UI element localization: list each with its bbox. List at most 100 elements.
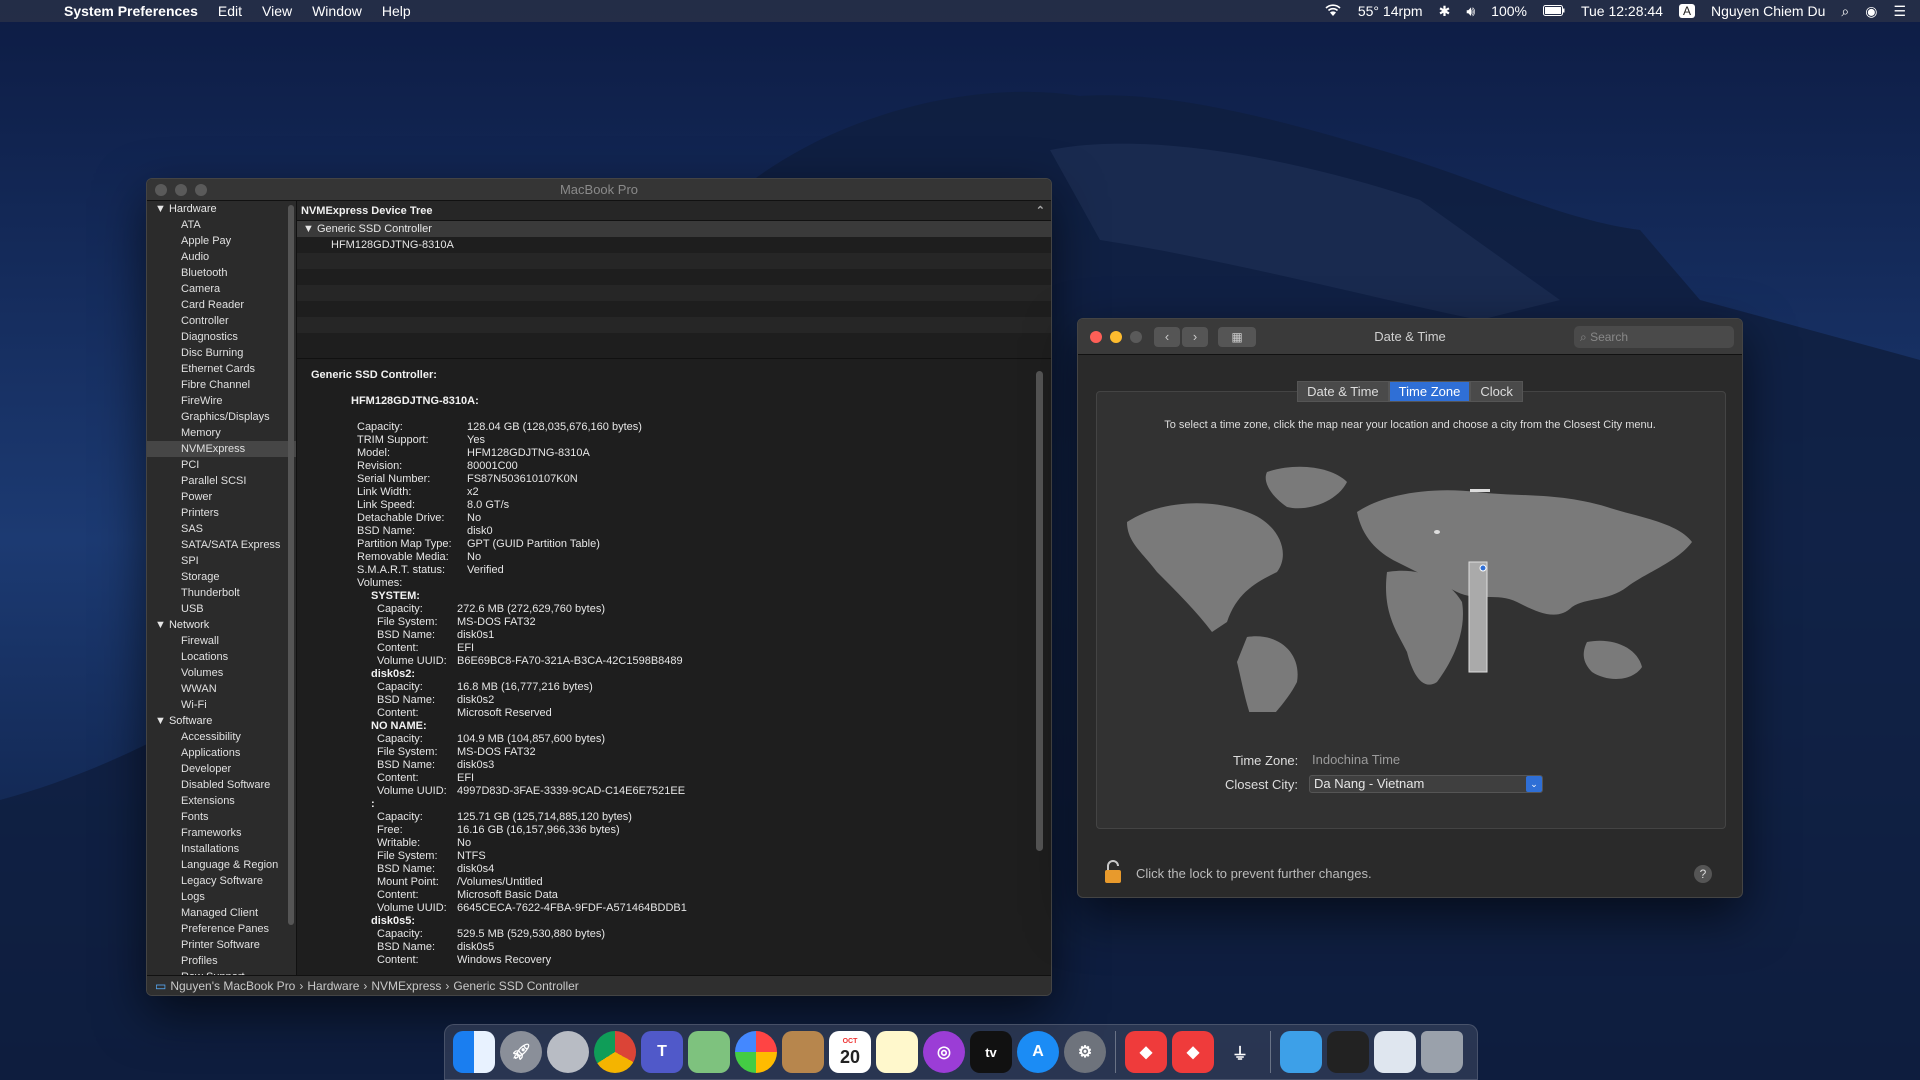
sidebar-item[interactable]: Diagnostics	[147, 329, 296, 345]
help-button[interactable]: ?	[1694, 865, 1712, 883]
finder-icon[interactable]	[453, 1031, 495, 1073]
detail-scrollbar[interactable]	[1036, 371, 1043, 851]
sidebar-item[interactable]: FireWire	[147, 393, 296, 409]
system-preferences-icon[interactable]: ⚙	[1064, 1031, 1106, 1073]
sidebar-item[interactable]: Camera	[147, 281, 296, 297]
chrome-icon[interactable]	[594, 1031, 636, 1073]
sidebar-item[interactable]: Managed Client	[147, 905, 296, 921]
menu-window[interactable]: Window	[302, 3, 372, 19]
tree-row-device[interactable]: HFM128GDJTNG-8310A	[297, 237, 1051, 253]
siri-icon[interactable]: ◉	[1865, 3, 1877, 20]
apple-tv-icon[interactable]: tv	[970, 1031, 1012, 1073]
sidebar-item[interactable]: ATA	[147, 217, 296, 233]
collapse-chevron-icon[interactable]: ⌃	[1036, 201, 1051, 221]
sidebar-item[interactable]: Power	[147, 489, 296, 505]
sidebar-item[interactable]: Installations	[147, 841, 296, 857]
bluetooth-icon[interactable]: ✱	[1439, 3, 1451, 20]
search-input[interactable]: ⌕ Search	[1574, 326, 1734, 348]
battery-icon[interactable]	[1542, 3, 1565, 19]
sidebar-item[interactable]: Logs	[147, 889, 296, 905]
sidebar-item[interactable]: Volumes	[147, 665, 296, 681]
tab-date-time[interactable]: Date & Time	[1297, 381, 1389, 402]
sidebar-item[interactable]: Card Reader	[147, 297, 296, 313]
sidebar-item[interactable]: USB	[147, 601, 296, 617]
input-source-icon[interactable]: A	[1678, 4, 1695, 18]
sidebar-group-hardware[interactable]: ▼ Hardware	[147, 201, 296, 217]
weather-status[interactable]: 55° 14rpm	[1358, 3, 1423, 19]
maps-icon[interactable]	[688, 1031, 730, 1073]
sidebar-item[interactable]: Firewall	[147, 633, 296, 649]
breadcrumb-item[interactable]: NVMExpress	[371, 976, 441, 996]
chevron-down-icon[interactable]: ⌄	[1526, 776, 1542, 792]
sidebar-item[interactable]: Memory	[147, 425, 296, 441]
tree-row-controller[interactable]: ▼ Generic SSD Controller	[297, 221, 1051, 237]
sidebar-item[interactable]: Printers	[147, 505, 296, 521]
lock-icon[interactable]	[1102, 859, 1124, 888]
sidebar-item[interactable]: Audio	[147, 249, 296, 265]
sidebar-item[interactable]: Thunderbolt	[147, 585, 296, 601]
sidebar-group-network[interactable]: ▼ Network	[147, 617, 296, 633]
sidebar-item[interactable]: Storage	[147, 569, 296, 585]
app-menu[interactable]: System Preferences	[50, 3, 208, 19]
sidebar-item[interactable]: Wi-Fi	[147, 697, 296, 713]
tab-time-zone[interactable]: Time Zone	[1388, 381, 1471, 402]
sidebar-item[interactable]: Fonts	[147, 809, 296, 825]
sidebar-item[interactable]: SATA/SATA Express	[147, 537, 296, 553]
zoom-button[interactable]	[195, 183, 207, 196]
sidebar-item[interactable]: Disabled Software	[147, 777, 296, 793]
notes-icon[interactable]	[876, 1031, 918, 1073]
sidebar-item[interactable]: Locations	[147, 649, 296, 665]
contacts-icon[interactable]	[782, 1031, 824, 1073]
user-name[interactable]: Nguyen Chiem Du	[1711, 3, 1825, 19]
sidebar-item[interactable]: Disc Burning	[147, 345, 296, 361]
menu-view[interactable]: View	[252, 3, 302, 19]
sidebar-item[interactable]: Graphics/Displays	[147, 409, 296, 425]
podcasts-icon[interactable]: ◎	[923, 1031, 965, 1073]
breadcrumb-item[interactable]: Generic SSD Controller	[453, 976, 578, 996]
sidebar-scrollbar[interactable]	[288, 205, 294, 925]
photos-icon[interactable]	[735, 1031, 777, 1073]
dvd-icon[interactable]	[547, 1031, 589, 1073]
clock[interactable]: Tue 12:28:44	[1581, 3, 1663, 19]
sidebar-group-software[interactable]: ▼ Software	[147, 713, 296, 729]
calendar-icon[interactable]: OCT 20	[829, 1031, 871, 1073]
breadcrumb-item[interactable]: Hardware	[307, 976, 359, 996]
trash-icon[interactable]	[1421, 1031, 1463, 1073]
terminal-icon[interactable]	[1327, 1031, 1369, 1073]
closest-city-select[interactable]: Da Nang - Vietnam ⌄	[1309, 775, 1543, 793]
sidebar-item[interactable]: Preference Panes	[147, 921, 296, 937]
wifi-icon[interactable]	[1324, 3, 1342, 20]
menu-help[interactable]: Help	[372, 3, 421, 19]
sidebar-item[interactable]: Printer Software	[147, 937, 296, 953]
sidebar-item[interactable]: Controller	[147, 313, 296, 329]
sidebar-item[interactable]: Parallel SCSI	[147, 473, 296, 489]
sidebar-item[interactable]: WWAN	[147, 681, 296, 697]
sidebar-item[interactable]: Accessibility	[147, 729, 296, 745]
sidebar-item[interactable]: Applications	[147, 745, 296, 761]
folder-icon[interactable]	[1280, 1031, 1322, 1073]
sidebar-item[interactable]: Fibre Channel	[147, 377, 296, 393]
sidebar-item[interactable]: PCI	[147, 457, 296, 473]
sidebar-item[interactable]: Bluetooth	[147, 265, 296, 281]
notification-center-icon[interactable]: ☰	[1893, 3, 1906, 20]
app-store-icon[interactable]: A	[1017, 1031, 1059, 1073]
sidebar-item[interactable]: Language & Region	[147, 857, 296, 873]
teams-icon[interactable]: T	[641, 1031, 683, 1073]
spotlight-icon[interactable]: ⌕	[1841, 3, 1849, 20]
volume-icon[interactable]: 🔊︎	[1466, 3, 1475, 20]
tab-clock[interactable]: Clock	[1470, 381, 1523, 402]
minimize-button[interactable]	[175, 183, 187, 196]
sidebar-item[interactable]: Developer	[147, 761, 296, 777]
sidebar-item[interactable]: NVMExpress	[147, 441, 296, 457]
battery-percent[interactable]: 100%	[1491, 3, 1527, 19]
anydesk2-icon[interactable]: ◆	[1172, 1031, 1214, 1073]
sidebar-item[interactable]: Frameworks	[147, 825, 296, 841]
breadcrumb-item[interactable]: Nguyen's MacBook Pro	[170, 976, 295, 996]
sidebar-item[interactable]: Ethernet Cards	[147, 361, 296, 377]
sidebar-item[interactable]: Profiles	[147, 953, 296, 969]
sidebar-item[interactable]: Legacy Software	[147, 873, 296, 889]
menu-edit[interactable]: Edit	[208, 3, 252, 19]
launchpad-icon[interactable]: 🚀︎	[500, 1031, 542, 1073]
anydesk-icon[interactable]: ◆	[1125, 1031, 1167, 1073]
browser-icon[interactable]	[1374, 1031, 1416, 1073]
